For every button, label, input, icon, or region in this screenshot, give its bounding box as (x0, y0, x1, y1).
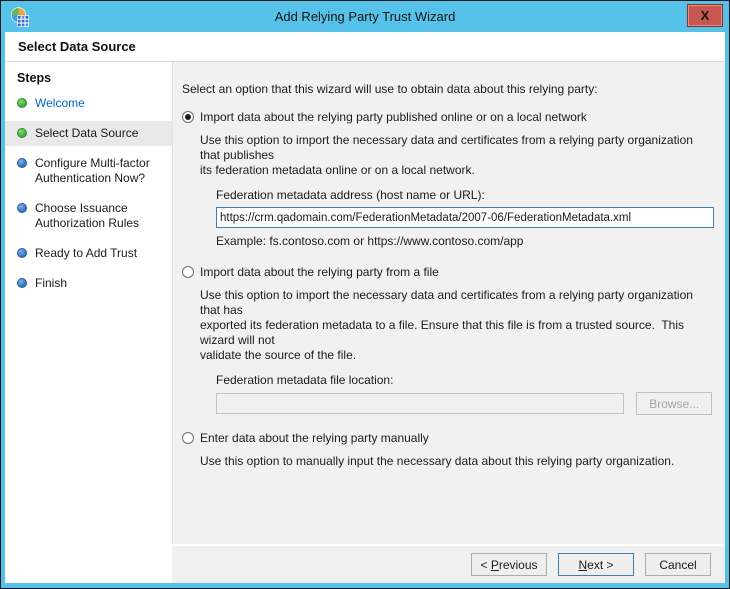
step-done-icon (17, 98, 27, 108)
address-example-text: Example: fs.contoso.com or https://www.c… (216, 234, 712, 249)
sidebar-item-ready-to-add: Ready to Add Trust (5, 241, 172, 266)
metadata-file-input[interactable] (216, 393, 624, 414)
option-manual-description: Use this option to manually input the ne… (200, 454, 712, 469)
button-bar: < Previous Next > Cancel (172, 544, 725, 583)
main-content: Select an option that this wizard will u… (172, 62, 725, 544)
radio-import-online[interactable]: Import data about the relying party publ… (182, 110, 712, 125)
browse-button[interactable]: Browse... (636, 392, 712, 415)
step-list: Welcome Select Data Source Configure Mul… (5, 91, 172, 296)
step-upcoming-icon (17, 158, 27, 168)
step-upcoming-icon (17, 278, 27, 288)
sidebar-item-issuance-rules: Choose Issuance Authorization Rules (5, 196, 172, 236)
dialog-surface: Select Data Source Steps Welcome Select … (5, 32, 725, 583)
sidebar-item-welcome[interactable]: Welcome (5, 91, 172, 116)
next-button[interactable]: Next > (558, 553, 634, 576)
option-online-description: Use this option to import the necessary … (200, 133, 712, 178)
window-title: Add Relying Party Trust Wizard (5, 1, 725, 32)
close-button[interactable]: X (687, 4, 723, 27)
sidebar-item-finish: Finish (5, 271, 172, 296)
step-done-icon (17, 128, 27, 138)
steps-sidebar: Steps Welcome Select Data Source Configu… (5, 62, 172, 583)
option-enter-manually: Enter data about the relying party manua… (182, 431, 712, 469)
sidebar-item-configure-mfa: Configure Multi-factor Authentication No… (5, 151, 172, 191)
step-upcoming-icon (17, 203, 27, 213)
radio-unselected-icon[interactable] (182, 266, 194, 278)
option-import-file: Import data about the relying party from… (182, 265, 712, 415)
page-title: Select Data Source (18, 39, 136, 54)
sidebar-item-select-data-source: Select Data Source (5, 121, 172, 146)
option-import-online: Import data about the relying party publ… (182, 110, 712, 249)
metadata-address-label: Federation metadata address (host name o… (216, 188, 712, 203)
previous-button[interactable]: < Previous (471, 553, 547, 576)
wizard-window: Add Relying Party Trust Wizard X Select … (0, 0, 730, 589)
metadata-address-input[interactable] (216, 207, 714, 228)
title-bar[interactable]: Add Relying Party Trust Wizard X (5, 1, 725, 32)
option-file-description: Use this option to import the necessary … (200, 288, 712, 363)
step-upcoming-icon (17, 248, 27, 258)
cancel-button[interactable]: Cancel (645, 553, 711, 576)
radio-unselected-icon[interactable] (182, 432, 194, 444)
radio-enter-manually[interactable]: Enter data about the relying party manua… (182, 431, 712, 446)
metadata-file-label: Federation metadata file location: (216, 373, 712, 388)
steps-heading: Steps (5, 71, 172, 91)
radio-import-file[interactable]: Import data about the relying party from… (182, 265, 712, 280)
page-header: Select Data Source (5, 32, 725, 62)
intro-text: Select an option that this wizard will u… (182, 82, 712, 97)
radio-selected-icon[interactable] (182, 111, 194, 123)
close-icon: X (701, 8, 710, 23)
